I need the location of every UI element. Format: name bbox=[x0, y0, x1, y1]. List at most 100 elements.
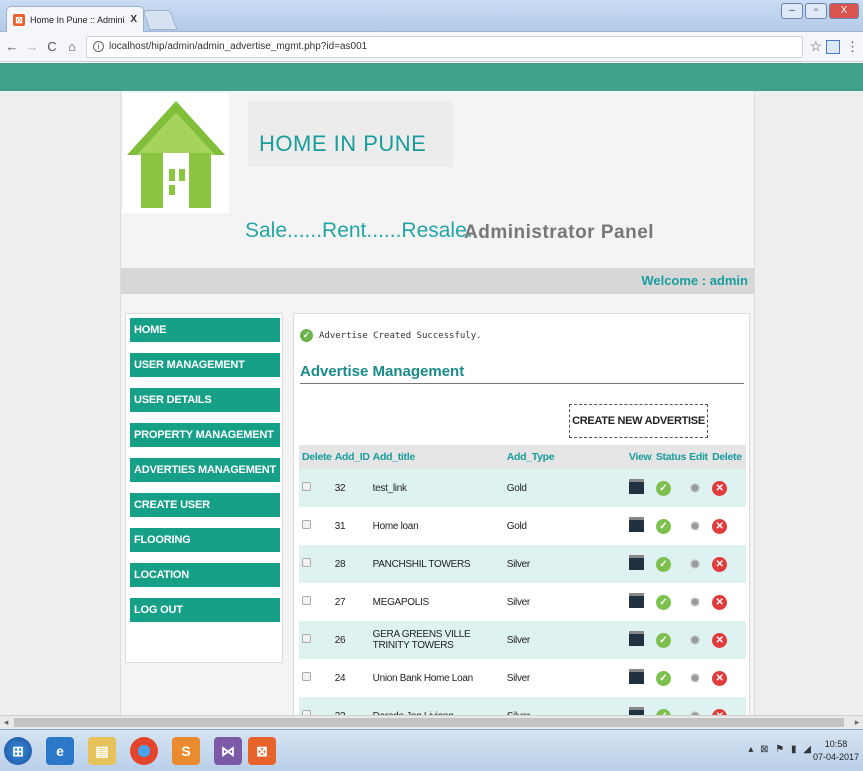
success-message: ✓ Advertise Created Successfuly. bbox=[300, 329, 482, 342]
new-tab-button[interactable] bbox=[142, 10, 178, 30]
scrollbar-thumb[interactable] bbox=[14, 718, 844, 727]
url-field[interactable]: i localhost/hip/admin/admin_advertise_mg… bbox=[86, 35, 804, 58]
delete-x-icon[interactable]: ✕ bbox=[712, 518, 728, 534]
delete-x-icon[interactable]: ✕ bbox=[712, 556, 728, 572]
sublime-icon[interactable]: S bbox=[172, 737, 200, 765]
delete-x-icon[interactable]: ✕ bbox=[712, 594, 728, 610]
tab-close-icon[interactable]: X bbox=[130, 14, 137, 25]
col-view: View bbox=[625, 445, 653, 469]
sidebar-item-user-management[interactable]: USER MANAGEMENT bbox=[130, 353, 280, 377]
row-select-checkbox[interactable] bbox=[302, 482, 311, 491]
view-film-icon[interactable] bbox=[628, 707, 644, 715]
sidebar-item-property-management[interactable]: PROPERTY MANAGEMENT bbox=[130, 423, 280, 447]
top-strip bbox=[0, 63, 863, 91]
main-content: ✓ Advertise Created Successfuly. Adverti… bbox=[293, 313, 750, 715]
row-select-checkbox[interactable] bbox=[302, 558, 311, 567]
edit-gear-icon[interactable]: ✹ bbox=[689, 518, 701, 535]
view-film-icon[interactable] bbox=[628, 479, 644, 494]
view-film-icon[interactable] bbox=[628, 517, 644, 532]
add-type-cell: Silver bbox=[503, 545, 626, 583]
add-id-cell: 22 bbox=[331, 697, 370, 715]
chrome-icon[interactable] bbox=[130, 737, 158, 765]
clock-time: 10:58 bbox=[824, 739, 848, 749]
row-select-checkbox[interactable] bbox=[302, 634, 311, 643]
add-title-cell: MEGAPOLIS bbox=[372, 596, 430, 608]
col-delete-select: Delete bbox=[299, 445, 332, 469]
sidebar-item-log-out[interactable]: LOG OUT bbox=[130, 598, 280, 622]
visual-studio-icon[interactable]: ⋈ bbox=[214, 737, 242, 765]
extension-icon[interactable] bbox=[826, 39, 840, 54]
create-new-advertise-button[interactable]: CREATE NEW ADVERTISE bbox=[569, 404, 708, 438]
status-check-icon[interactable]: ✓ bbox=[655, 670, 671, 686]
sidebar-item-user-details[interactable]: USER DETAILS bbox=[130, 388, 280, 412]
system-tray[interactable]: ▴ ⊠ ⚑ ▮ ◢ bbox=[748, 744, 813, 755]
row-select-checkbox[interactable] bbox=[302, 596, 311, 605]
status-check-icon[interactable]: ✓ bbox=[655, 518, 671, 534]
delete-x-icon[interactable]: ✕ bbox=[712, 480, 728, 496]
add-title-cell: PANCHSHIL TOWERS bbox=[369, 545, 504, 583]
reload-icon[interactable]: C bbox=[44, 39, 60, 54]
status-check-icon[interactable]: ✓ bbox=[655, 632, 671, 648]
back-icon[interactable]: ← bbox=[4, 39, 20, 54]
file-explorer-icon[interactable]: ▤ bbox=[88, 737, 116, 765]
col-edit: Edit bbox=[686, 445, 710, 469]
add-type-cell: Silver bbox=[506, 596, 531, 608]
edit-gear-icon[interactable]: ✹ bbox=[689, 594, 701, 611]
home-icon[interactable]: ⌂ bbox=[64, 39, 80, 54]
add-title-cell: test_link bbox=[369, 469, 504, 507]
status-check-icon[interactable]: ✓ bbox=[655, 480, 671, 496]
view-film-icon[interactable] bbox=[628, 669, 644, 684]
house-logo bbox=[123, 93, 229, 213]
clock-date: 07-04-2017 bbox=[812, 752, 859, 762]
maximize-button[interactable]: ▫ bbox=[805, 3, 827, 19]
col-delete: Delete bbox=[709, 445, 746, 469]
view-film-icon[interactable] bbox=[628, 593, 644, 608]
xampp-icon[interactable]: ⊠ bbox=[248, 737, 276, 765]
view-film-icon[interactable] bbox=[628, 555, 644, 570]
scroll-left-arrow-icon[interactable]: ◂ bbox=[0, 716, 12, 729]
bookmark-star-icon[interactable]: ☆ bbox=[809, 38, 822, 55]
sidebar-item-home[interactable]: HOME bbox=[130, 318, 280, 342]
info-icon[interactable]: i bbox=[93, 41, 104, 52]
table-row: 32 test_link Gold ✓ ✹ ✕ bbox=[299, 469, 746, 507]
sidebar-item-create-user[interactable]: CREATE USER bbox=[130, 493, 280, 517]
success-check-icon: ✓ bbox=[300, 329, 313, 342]
col-add-type: Add_Type bbox=[503, 445, 626, 469]
windows-taskbar: ⊞ e ▤ S ⋈ ⊠ ▴ ⊠ ⚑ ▮ ◢ 10:58 07-04-2017 bbox=[0, 729, 863, 771]
edit-gear-icon[interactable]: ✹ bbox=[689, 556, 701, 573]
status-check-icon[interactable]: ✓ bbox=[655, 556, 671, 572]
sidebar: HOME USER MANAGEMENT USER DETAILS PROPER… bbox=[125, 313, 283, 663]
welcome-text: Welcome : admin bbox=[641, 273, 748, 288]
sidebar-item-location[interactable]: LOCATION bbox=[130, 563, 280, 587]
horizontal-scrollbar[interactable]: ◂ ▸ bbox=[0, 715, 863, 729]
forward-icon[interactable]: → bbox=[24, 39, 40, 54]
edit-gear-icon[interactable]: ✹ bbox=[689, 670, 701, 687]
sidebar-item-adverties-management[interactable]: ADVERTIES MANAGEMENT bbox=[130, 458, 280, 482]
minimize-button[interactable]: ‒ bbox=[781, 3, 803, 19]
scroll-right-arrow-icon[interactable]: ▸ bbox=[851, 716, 863, 729]
delete-x-icon[interactable]: ✕ bbox=[712, 670, 728, 686]
status-check-icon[interactable]: ✓ bbox=[655, 594, 671, 610]
sidebar-item-flooring[interactable]: FLOORING bbox=[130, 528, 280, 552]
edit-gear-icon[interactable]: ✹ bbox=[689, 632, 701, 649]
edit-gear-icon[interactable]: ✹ bbox=[689, 480, 701, 497]
add-title-cell: Home loan bbox=[372, 520, 419, 532]
table-header-row: Delete Add_ID Add_title Add_Type View St… bbox=[299, 445, 746, 469]
col-add-id: Add_ID bbox=[331, 445, 370, 469]
row-select-checkbox[interactable] bbox=[302, 672, 311, 681]
delete-x-icon[interactable]: ✕ bbox=[712, 632, 728, 648]
add-type-cell: Gold bbox=[503, 469, 626, 507]
start-orb-icon[interactable]: ⊞ bbox=[4, 737, 32, 765]
add-id-cell: 26 bbox=[331, 621, 370, 659]
page-title: Advertise Management bbox=[300, 363, 465, 380]
clock[interactable]: 10:58 07-04-2017 bbox=[813, 738, 859, 764]
row-select-checkbox[interactable] bbox=[302, 520, 311, 529]
col-status: Status bbox=[652, 445, 686, 469]
internet-explorer-icon[interactable]: e bbox=[46, 737, 74, 765]
add-type-cell: Silver bbox=[506, 672, 531, 684]
menu-icon[interactable]: ⋮ bbox=[846, 39, 859, 55]
edit-gear-icon[interactable]: ✹ bbox=[689, 708, 701, 716]
browser-tab[interactable]: ⊠ Home In Pune :: Adminis X bbox=[6, 6, 144, 32]
view-film-icon[interactable] bbox=[628, 631, 644, 646]
close-window-button[interactable]: X bbox=[829, 3, 859, 19]
